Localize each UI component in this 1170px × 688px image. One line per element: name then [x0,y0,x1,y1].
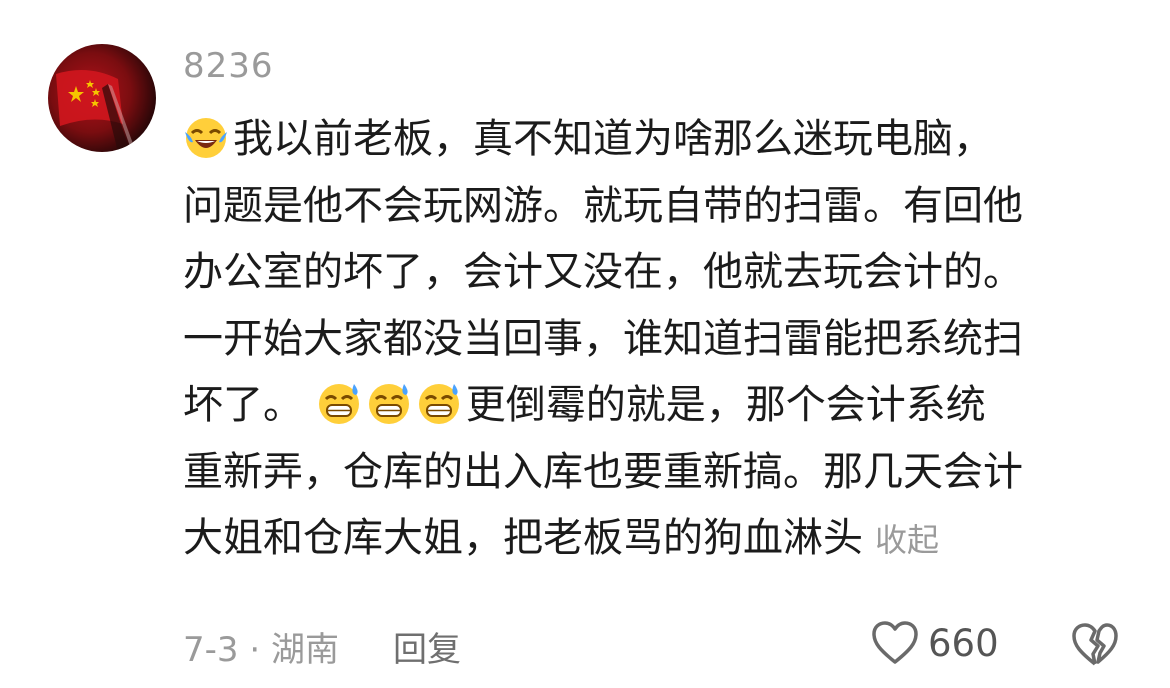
comment-meta: 7-3 · 湖南 回复 [183,622,461,671]
dislike-button[interactable] [1070,622,1120,668]
grinning-sweat-emoji-icon [318,384,359,424]
comment-line-text: 我以前老板，真不知道为啥那么迷玩电脑， [233,116,993,162]
heart-outline-icon [872,621,918,664]
comment-card: 8236 我以前老板，真不知道为啥那么迷玩电脑， 问题是他不会玩网游。就玩自带的… [0,0,1170,688]
comment-line: 坏了。 更倒霉的就是，那个会计系统 [183,372,1143,439]
comment-line: 重新弄，仓库的出入库也要重新搞。那几天会计 [183,448,1023,495]
collapse-button[interactable]: 收起 [875,521,939,559]
reply-button[interactable]: 回复 [393,622,461,671]
avatar-flag-image [56,70,136,152]
avatar[interactable] [48,44,156,152]
broken-heart-icon [1072,623,1118,666]
comment-line: 问题是他不会玩网游。就玩自带的扫雷。有回他 [183,182,1023,229]
comment-line-text: 更倒霉的就是，那个会计系统 [465,382,986,428]
comment-line-text: 坏了。 [183,382,303,428]
username[interactable]: 8236 [183,46,274,86]
like-button[interactable]: 660 [870,620,999,666]
comment-line-text: 大姐和仓库大姐，把老板骂的狗血淋头 [183,515,863,561]
grinning-sweat-emoji-icon [418,384,459,424]
like-count: 660 [928,621,999,665]
comment-line: 一开始大家都没当回事，谁知道扫雷能把系统扫 [183,315,1023,362]
crying-laughing-emoji-icon [185,118,227,158]
date-location: 7-3 · 湖南 [183,630,339,670]
comment-line: 办公室的坏了，会计又没在，他就去玩会计的。 [183,249,1023,295]
comment-text: 我以前老板，真不知道为啥那么迷玩电脑， 问题是他不会玩网游。就玩自带的扫雷。有回… [183,106,1143,574]
comment-line: 我以前老板，真不知道为啥那么迷玩电脑， [183,106,1143,173]
grinning-sweat-emoji-icon [368,384,409,424]
comment-line: 大姐和仓库大姐，把老板骂的狗血淋头 收起 [183,505,1143,574]
